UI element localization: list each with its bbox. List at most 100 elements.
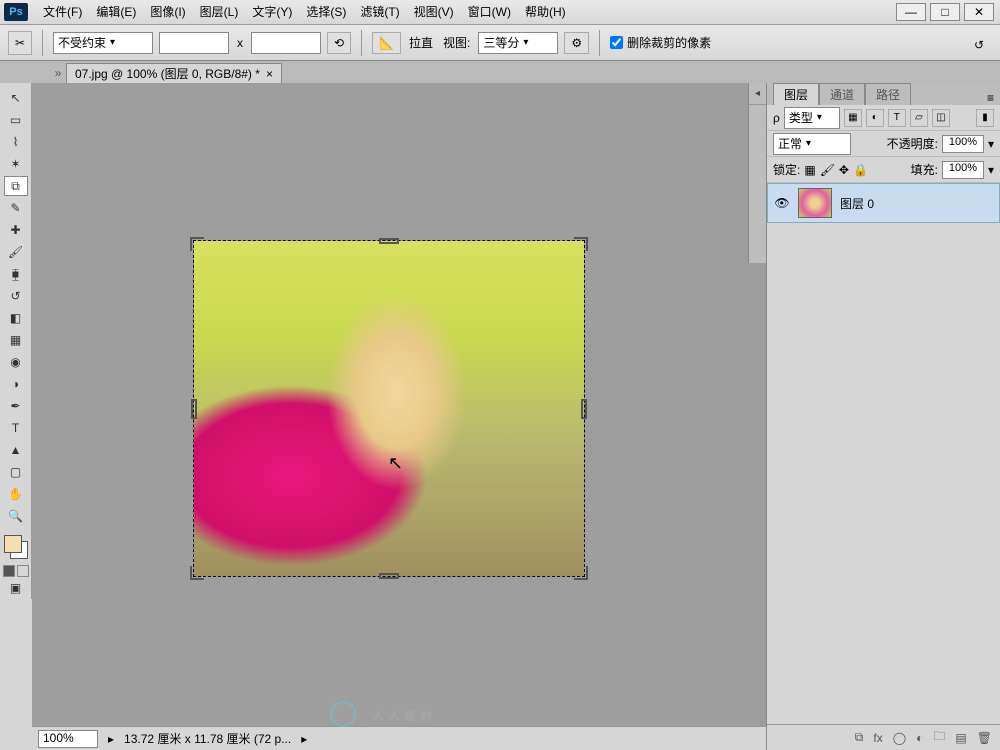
menu-image[interactable]: 图像(I) xyxy=(143,0,192,24)
history-brush-tool[interactable]: ↺ xyxy=(4,286,28,306)
delete-layer-icon[interactable]: 🗑 xyxy=(977,731,992,745)
collapsed-tab-icon[interactable]: ◂ xyxy=(749,83,766,105)
quickmask-toggle[interactable] xyxy=(3,565,29,577)
magic-wand-tool[interactable]: ✶ xyxy=(4,154,28,174)
blend-mode-dropdown[interactable]: 正常 ▾ xyxy=(773,133,851,155)
chevron-right-icon[interactable]: ▸ xyxy=(301,732,307,746)
panel-menu-icon[interactable]: ≡ xyxy=(981,91,1000,105)
doc-size-label[interactable]: 13.72 厘米 x 11.78 厘米 (72 p... xyxy=(124,730,291,747)
crop-handle-r[interactable] xyxy=(581,399,587,419)
layer-filter-dropdown[interactable]: 类型 ▾ xyxy=(784,107,840,129)
eraser-tool[interactable]: ◧ xyxy=(4,308,28,328)
menu-view[interactable]: 视图(V) xyxy=(407,0,461,24)
layer-item[interactable]: 👁 图层 0 xyxy=(767,183,1000,223)
menu-filter[interactable]: 滤镜(T) xyxy=(353,0,406,24)
lasso-tool[interactable]: ⌇ xyxy=(4,132,28,152)
chevron-down-icon[interactable]: ▾ xyxy=(988,137,994,151)
new-layer-icon[interactable]: ▤ xyxy=(955,731,966,745)
document-tab[interactable]: 07.jpg @ 100% (图层 0, RGB/8#) * × xyxy=(66,63,282,83)
fx-icon[interactable]: fx xyxy=(873,731,882,745)
color-swatches[interactable] xyxy=(2,533,30,561)
menu-file[interactable]: 文件(F) xyxy=(36,0,89,24)
crop-handle-br[interactable] xyxy=(574,566,588,580)
foreground-swatch[interactable] xyxy=(4,535,22,553)
delete-cropped-checkbox[interactable]: 删除裁剪的像素 xyxy=(610,34,711,51)
chevron-down-icon[interactable]: ▾ xyxy=(988,163,994,177)
filter-type-icon[interactable]: T xyxy=(888,109,906,127)
crop-width-input[interactable] xyxy=(159,32,229,54)
shape-tool[interactable]: ▢ xyxy=(4,462,28,482)
stamp-tool[interactable]: ⧯ xyxy=(4,264,28,284)
document-image[interactable] xyxy=(194,241,584,576)
lock-all-icon[interactable]: 🔒 xyxy=(853,163,868,177)
crop-handle-b[interactable] xyxy=(379,573,399,579)
menu-help[interactable]: 帮助(H) xyxy=(518,0,573,24)
swap-dimensions-button[interactable]: ⟲ xyxy=(327,32,351,54)
crop-handle-bl[interactable] xyxy=(190,566,204,580)
delete-cropped-input[interactable] xyxy=(610,36,623,49)
canvas-area[interactable]: ↖ xyxy=(32,83,766,726)
path-select-tool[interactable]: ▲ xyxy=(4,440,28,460)
visibility-icon[interactable]: 👁 xyxy=(774,196,790,210)
tab-layers[interactable]: 图层 xyxy=(773,83,819,105)
menu-layer[interactable]: 图层(L) xyxy=(193,0,246,24)
close-button[interactable]: ✕ xyxy=(964,3,994,21)
gradient-tool[interactable]: ▦ xyxy=(4,330,28,350)
layer-thumbnail[interactable] xyxy=(798,188,832,218)
crop-handle-l[interactable] xyxy=(191,399,197,419)
maximize-button[interactable]: □ xyxy=(930,3,960,21)
move-tool[interactable]: ↖ xyxy=(4,88,28,108)
tab-paths[interactable]: 路径 xyxy=(865,83,911,105)
opacity-input[interactable]: 100% xyxy=(942,135,984,153)
brush-tool[interactable]: 🖌 xyxy=(4,242,28,262)
lock-position-icon[interactable]: ✥ xyxy=(839,163,849,177)
crop-view-preset[interactable]: 三等分 ▾ xyxy=(478,32,558,54)
filter-pixel-icon[interactable]: ▦ xyxy=(844,109,862,127)
healing-tool[interactable]: ✚ xyxy=(4,220,28,240)
crop-options-button[interactable]: ⚙ xyxy=(564,32,589,54)
menu-select[interactable]: 选择(S) xyxy=(299,0,353,24)
filter-smart-icon[interactable]: ◫ xyxy=(932,109,950,127)
collapsed-panel-dock[interactable]: ◂ xyxy=(748,83,766,263)
crop-tool-icon[interactable]: ✂ xyxy=(8,31,32,55)
type-tool[interactable]: T xyxy=(4,418,28,438)
tab-expander-icon[interactable]: » xyxy=(50,63,66,83)
hand-tool[interactable]: ✋ xyxy=(4,484,28,504)
crop-handle-t[interactable] xyxy=(379,238,399,244)
crop-tool[interactable]: ⧉ xyxy=(4,176,28,196)
filter-toggle-icon[interactable]: ▮ xyxy=(976,109,994,127)
zoom-input[interactable]: 100% xyxy=(38,730,98,748)
crop-handle-tr[interactable] xyxy=(574,237,588,251)
doc-info-icon[interactable]: ▸ xyxy=(108,732,114,746)
adjustment-icon[interactable]: ◐ xyxy=(916,731,923,745)
reset-icon[interactable]: ↺ xyxy=(968,34,990,56)
zoom-tool[interactable]: 🔍 xyxy=(4,506,28,526)
filter-adjust-icon[interactable]: ◐ xyxy=(866,109,884,127)
marquee-tool[interactable]: ▭ xyxy=(4,110,28,130)
tab-channels[interactable]: 通道 xyxy=(819,83,865,105)
crop-ratio-preset[interactable]: 不受约束 ▾ xyxy=(53,32,153,54)
layer-name[interactable]: 图层 0 xyxy=(840,195,874,212)
minimize-button[interactable]: — xyxy=(896,3,926,21)
screen-mode-button[interactable]: ▣ xyxy=(4,578,28,598)
crop-height-input[interactable] xyxy=(251,32,321,54)
document-tab-title: 07.jpg @ 100% (图层 0, RGB/8#) * xyxy=(75,65,260,82)
dodge-tool[interactable]: ◑ xyxy=(4,374,28,394)
eyedropper-tool[interactable]: ✎ xyxy=(4,198,28,218)
layer-list[interactable]: 👁 图层 0 xyxy=(767,183,1000,724)
group-icon[interactable]: 🗀 xyxy=(933,727,945,748)
blur-tool[interactable]: ◉ xyxy=(4,352,28,372)
lock-transparency-icon[interactable]: ▦ xyxy=(804,163,815,177)
menu-type[interactable]: 文字(Y) xyxy=(245,0,299,24)
crop-handle-tl[interactable] xyxy=(190,237,204,251)
fill-input[interactable]: 100% xyxy=(942,161,984,179)
mask-icon[interactable]: ◯ xyxy=(893,731,906,745)
straighten-icon[interactable]: 📐 xyxy=(372,32,401,54)
link-layers-icon[interactable]: ⧉ xyxy=(855,730,864,745)
filter-shape-icon[interactable]: ▱ xyxy=(910,109,928,127)
document-tab-close-icon[interactable]: × xyxy=(266,67,273,81)
menu-window[interactable]: 窗口(W) xyxy=(461,0,518,24)
menu-edit[interactable]: 编辑(E) xyxy=(89,0,143,24)
lock-pixels-icon[interactable]: 🖌 xyxy=(820,163,835,177)
pen-tool[interactable]: ✒ xyxy=(4,396,28,416)
